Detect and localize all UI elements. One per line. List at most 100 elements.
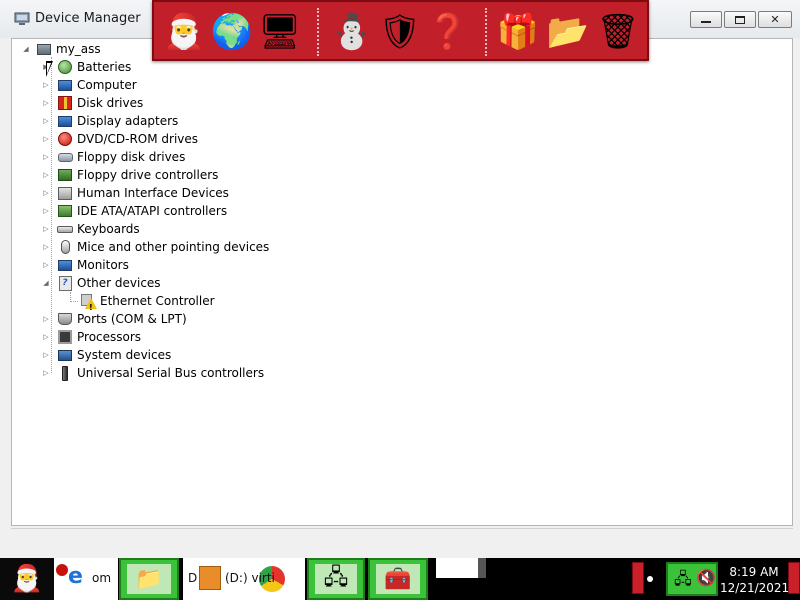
expand-arrow-icon[interactable]: ▷ <box>42 261 50 269</box>
expand-arrow-icon[interactable]: ▷ <box>42 225 50 233</box>
device-manager-icon <box>14 12 30 25</box>
minimize-button[interactable] <box>690 11 722 28</box>
clock-time: 8:19 AM <box>729 565 779 579</box>
folder-icon[interactable]: 📂 <box>544 6 592 58</box>
tree-item-floppy-disk-drives[interactable]: ▷ Floppy disk drives <box>42 148 185 166</box>
gift-icon[interactable]: 🎁 <box>494 6 542 58</box>
network-tray-icon[interactable]: 🖧 <box>674 568 692 595</box>
control-panel-icon[interactable]: 🖥 <box>256 6 304 58</box>
expand-arrow-icon[interactable]: ▷ <box>42 243 50 251</box>
tree-item-mice[interactable]: ▷ Mice and other pointing devices <box>42 238 269 256</box>
expand-arrow-icon[interactable]: ▷ <box>42 207 50 215</box>
dvd-drive-icon <box>57 131 73 147</box>
taskbar-scroll[interactable] <box>478 558 486 578</box>
device-manager-window: Device Manager ✕ ◢ my_ass ▶ Batteries ▷ … <box>0 0 800 558</box>
tree-item-usb-controllers[interactable]: ▷ Universal Serial Bus controllers <box>42 364 264 382</box>
tree-item-processors[interactable]: ▷ Processors <box>42 328 141 346</box>
expand-arrow-icon[interactable]: ▷ <box>42 351 50 359</box>
expand-arrow-icon[interactable]: ▷ <box>42 99 50 107</box>
expand-arrow-icon[interactable]: ▷ <box>42 315 50 323</box>
tree-item-floppy-controllers[interactable]: ▷ Floppy drive controllers <box>42 166 218 184</box>
tree-item-ide-controllers[interactable]: ▷ IDE ATA/ATAPI controllers <box>42 202 227 220</box>
tree-item-label: Floppy drive controllers <box>77 168 219 182</box>
tray-red-handle[interactable] <box>632 562 644 594</box>
santa-computer-icon[interactable]: 🎅 <box>160 6 208 58</box>
tree-item-label: Keyboards <box>77 222 140 236</box>
tree-item-disk-drives[interactable]: ▷ Disk drives <box>42 94 143 112</box>
maximize-icon <box>735 15 745 24</box>
hid-icon <box>57 185 73 201</box>
expand-arrow-icon[interactable]: ▷ <box>42 153 50 161</box>
warning-device-icon: ! <box>80 293 97 312</box>
taskbar-toolbox-button[interactable]: 🧰 <box>368 558 428 600</box>
taskbar-ie-label: om <box>92 571 112 585</box>
display-adapter-icon <box>57 113 73 129</box>
battery-icon <box>57 59 73 75</box>
tree-item-label: Ethernet Controller <box>100 294 215 308</box>
tree-item-monitors[interactable]: ▷ Monitors <box>42 256 129 274</box>
mouse-cursor-icon <box>46 61 53 77</box>
gadget-dock: 🎅 🌍 🖥 ⛄ 🛡 ❓ 🎁 📂 🗑 <box>152 0 649 61</box>
tree-item-label: Floppy disk drives <box>77 150 186 164</box>
monitor-icon <box>57 257 73 273</box>
tree-item-display-adapters[interactable]: ▷ Display adapters <box>42 112 178 130</box>
taskbar-drive-button[interactable]: D (D:) virti <box>183 558 305 600</box>
tree-root[interactable]: ◢ my_ass <box>22 40 101 58</box>
device-tree-view[interactable]: ◢ my_ass ▶ Batteries ▷ Computer ▷ Disk d… <box>11 38 793 526</box>
tree-item-label: IDE ATA/ATAPI controllers <box>77 204 228 218</box>
recycle-bin-icon[interactable]: 🗑 <box>594 6 642 58</box>
other-devices-icon: ? <box>57 275 73 291</box>
expand-arrow-icon[interactable]: ▷ <box>42 81 50 89</box>
expand-arrow-icon[interactable]: ▷ <box>42 369 50 377</box>
tree-item-keyboards[interactable]: ▷ Keyboards <box>42 220 140 238</box>
tree-item-label: Batteries <box>77 60 132 74</box>
tree-item-label: Ports (COM & LPT) <box>77 312 187 326</box>
show-desktop-button[interactable] <box>788 562 800 594</box>
tree-item-batteries[interactable]: ▶ Batteries <box>42 58 131 76</box>
close-button[interactable]: ✕ <box>758 11 792 28</box>
santa-start-icon: 🎅 <box>10 564 44 594</box>
tree-item-label: Disk drives <box>77 96 144 110</box>
ie-icon: e <box>68 564 83 589</box>
expand-arrow-icon[interactable]: ▷ <box>42 171 50 179</box>
collapse-arrow-icon[interactable]: ◢ <box>42 279 50 287</box>
taskbar-ie-button[interactable]: e om <box>54 558 118 600</box>
taskbar-blank-button[interactable] <box>436 558 478 578</box>
snowman-icon[interactable]: ⛄ <box>328 6 376 58</box>
volume-tray-icon[interactable]: 🔇 <box>696 568 716 587</box>
tree-item-ports[interactable]: ▷ Ports (COM & LPT) <box>42 310 187 328</box>
tree-item-ethernet-controller[interactable]: ! Ethernet Controller <box>80 292 215 312</box>
tree-item-computer[interactable]: ▷ Computer <box>42 76 136 94</box>
taskbar-network-button[interactable]: 🖧 <box>307 558 365 600</box>
tree-item-label: System devices <box>77 348 172 362</box>
record-icon <box>56 564 68 576</box>
windows-shield-icon[interactable]: 🛡 <box>376 6 424 58</box>
taskbar: 🎅 e om 📁 D (D:) virti 🖧 🧰 🖧 🔇 <box>0 558 800 600</box>
tray-icons: 🖧 🔇 <box>666 562 718 596</box>
mouse-icon <box>57 239 73 255</box>
taskbar-clock[interactable]: 8:19 AM 12/21/2021 <box>720 564 789 596</box>
tray-dot <box>647 576 653 582</box>
tree-item-label: Universal Serial Bus controllers <box>77 366 265 380</box>
tree-item-system-devices[interactable]: ▷ System devices <box>42 346 171 364</box>
expand-arrow-icon[interactable]: ▷ <box>42 333 50 341</box>
expand-arrow-icon[interactable]: ▷ <box>42 189 50 197</box>
maximize-button[interactable] <box>724 11 756 28</box>
tree-guide-line <box>70 301 78 302</box>
globe-icon[interactable]: 🌍 <box>208 6 256 58</box>
help-icon[interactable]: ❓ <box>424 6 472 58</box>
tree-item-dvd-drives[interactable]: ▷ DVD/CD-ROM drives <box>42 130 198 148</box>
tree-item-hid[interactable]: ▷ Human Interface Devices <box>42 184 229 202</box>
start-button[interactable]: 🎅 <box>0 558 54 600</box>
taskbar-drive-label-b: (D:) virti <box>225 571 275 585</box>
expand-arrow-icon[interactable]: ▷ <box>42 135 50 143</box>
tree-root-label: my_ass <box>56 42 101 56</box>
expand-arrow-icon[interactable]: ▷ <box>42 117 50 125</box>
keyboard-icon <box>57 221 73 237</box>
taskbar-folder-button[interactable]: 📁 <box>119 558 179 600</box>
folder-task-icon: 📁 <box>127 564 171 594</box>
toolbox-task-icon: 🧰 <box>376 564 420 594</box>
collapse-arrow-icon[interactable]: ◢ <box>22 45 30 53</box>
tree-item-other-devices[interactable]: ◢ ? Other devices <box>42 274 161 292</box>
status-bar <box>11 528 793 554</box>
